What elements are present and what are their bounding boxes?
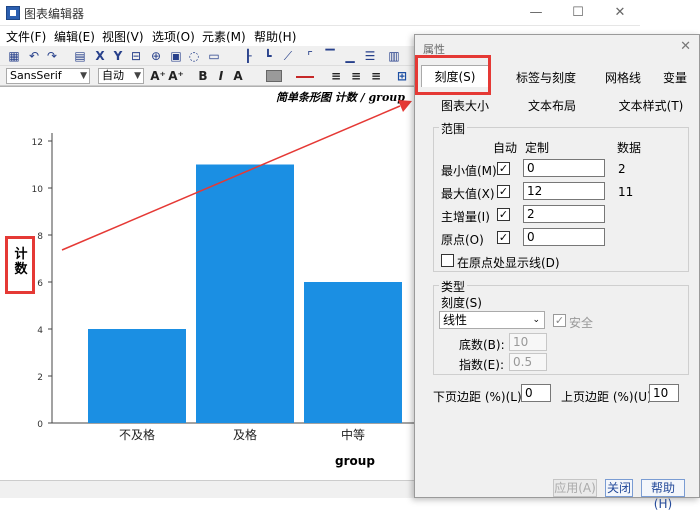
scale-type-select[interactable]: 线性 ⌄ [439, 311, 545, 329]
safe-label: 安全 [569, 316, 594, 330]
close-dialog-button[interactable]: 关闭 [605, 479, 633, 497]
upper-margin-label: 上页边距 (%)(U): [561, 390, 656, 404]
range-group-label: 范围 [439, 120, 468, 137]
base-input[interactable]: 10 [509, 333, 547, 351]
major-increment-input[interactable]: 2 [523, 205, 605, 223]
min-data-value: 2 [618, 162, 626, 176]
type-group-label: 类型 [439, 278, 468, 295]
help-button[interactable]: 帮助(H) [641, 479, 685, 511]
close-icon[interactable]: ✕ [680, 39, 691, 54]
custom-column-header: 定制 [525, 141, 550, 155]
min-label: 最小值(M) [441, 164, 497, 178]
chevron-down-icon: ⌄ [532, 315, 540, 325]
apply-button[interactable]: 应用(A) [553, 479, 597, 497]
max-value-input[interactable]: 12 [523, 182, 605, 200]
major-increment-label: 主增量(I) [441, 210, 490, 224]
tab-variables[interactable]: 变量 [655, 67, 695, 89]
origin-label: 原点(O) [441, 233, 484, 247]
tab-chart-size[interactable]: 图表大小 [425, 95, 505, 117]
lower-margin-input[interactable]: 0 [521, 384, 551, 402]
max-auto-checkbox[interactable]: ✓ [497, 185, 510, 198]
origin-auto-checkbox[interactable]: ✓ [497, 231, 510, 244]
max-label: 最大值(X) [441, 187, 495, 201]
annotation-arrow-line [61, 105, 401, 251]
origin-line-label: 在原点处显示线(D) [457, 256, 560, 270]
exponent-label: 指数(E): [459, 358, 504, 372]
auto-column-header: 自动 [493, 141, 518, 155]
origin-line-checkbox[interactable] [441, 254, 454, 267]
properties-dialog: 属性 ✕ 刻度(S) 标签与刻度 网格线 变量 图表大小 文本布局 文本样式(T… [414, 34, 700, 511]
major-increment-auto-checkbox[interactable]: ✓ [497, 208, 510, 221]
tab-text-layout[interactable]: 文本布局 [507, 95, 597, 117]
min-auto-checkbox[interactable]: ✓ [497, 162, 510, 175]
tab-scale-highlight [415, 55, 491, 95]
lower-margin-label: 下页边距 (%)(L): [433, 390, 526, 404]
annotation-arrow-head [398, 100, 412, 112]
tab-gridlines[interactable]: 网格线 [595, 67, 651, 89]
safe-checkbox[interactable]: ✓ [553, 314, 566, 327]
tab-labels-ticks[interactable]: 标签与刻度 [501, 67, 591, 89]
upper-margin-input[interactable]: 10 [649, 384, 679, 402]
tab-text-style[interactable]: 文本样式(T) [605, 95, 697, 117]
origin-input[interactable]: 0 [523, 228, 605, 246]
data-column-header: 数据 [617, 141, 642, 155]
exponent-input[interactable]: 0.5 [509, 353, 547, 371]
base-label: 底数(B): [459, 338, 505, 352]
min-value-input[interactable]: 0 [523, 159, 605, 177]
max-data-value: 11 [618, 185, 634, 199]
scale-type-label: 刻度(S) [441, 296, 482, 310]
